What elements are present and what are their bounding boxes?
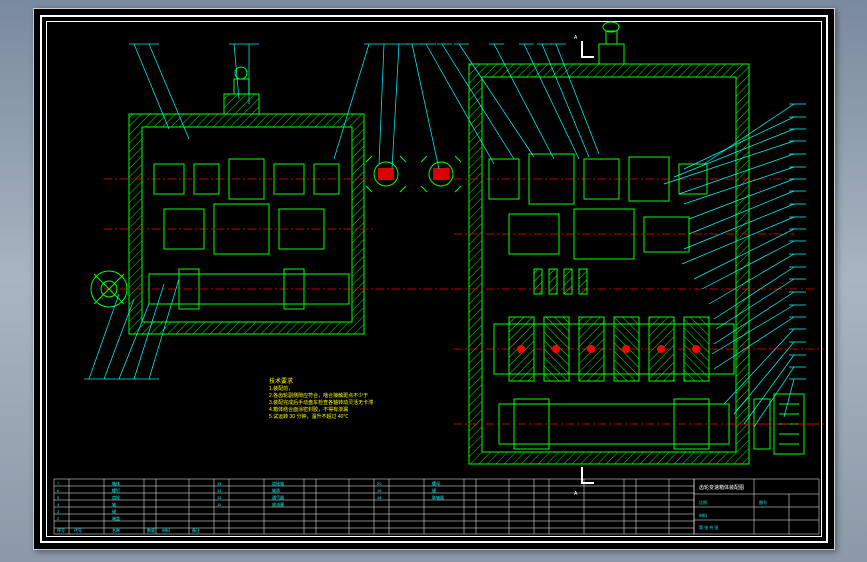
- notes-line: 4.箱体结合面涂密封胶，不得有渗漏: [269, 407, 459, 414]
- notes-line: 5.试运转 30 分钟，温升不超过 40℃: [269, 414, 459, 421]
- svg-text:12: 12: [217, 495, 222, 500]
- svg-text:A: A: [574, 35, 578, 41]
- technical-notes: 技术要求 1.装配前， 2.各齿轮副侧隙应符合，啮合接触斑点不少于 3.装配完成…: [269, 379, 459, 421]
- svg-text:13: 13: [217, 488, 222, 493]
- svg-text:放油塞: 放油塞: [272, 501, 284, 507]
- svg-text:通气器: 通气器: [272, 494, 284, 500]
- svg-text:数量: 数量: [147, 527, 155, 533]
- svg-text:3: 3: [57, 509, 60, 514]
- svg-text:2: 2: [57, 516, 60, 521]
- svg-text:螺母: 螺母: [432, 480, 440, 486]
- svg-text:键: 键: [112, 508, 116, 514]
- drawing-canvas: A A: [34, 9, 834, 549]
- notes-line: 1.装配前，: [269, 386, 459, 393]
- svg-text:4: 4: [57, 502, 60, 507]
- svg-text:键: 键: [432, 487, 436, 493]
- left-assembly: [91, 67, 461, 334]
- svg-text:序号: 序号: [57, 527, 65, 533]
- svg-text:19: 19: [377, 488, 382, 493]
- svg-text:11: 11: [217, 502, 222, 507]
- svg-text:名称: 名称: [112, 527, 120, 533]
- svg-text:比例: 比例: [699, 499, 707, 505]
- cad-drawing-frame: A A: [33, 8, 835, 550]
- notes-line: 2.各齿轮副侧隙应符合，啮合接触斑点不少于: [269, 393, 459, 400]
- svg-text:轴承: 轴承: [272, 487, 280, 493]
- svg-text:箱体: 箱体: [112, 480, 120, 486]
- notes-line: 3.装配完成后手动盘车检查各轴转动灵活无卡滞: [269, 400, 459, 407]
- svg-text:14: 14: [217, 481, 222, 486]
- svg-text:材料: 材料: [699, 512, 707, 518]
- svg-text:20: 20: [377, 481, 382, 486]
- svg-text:6: 6: [57, 488, 60, 493]
- svg-text:第 张 共 张: 第 张 共 张: [699, 524, 718, 530]
- title-block: 齿轮变速箱体装配图 比例 材料 图号 第 张 共 张: [694, 479, 819, 534]
- svg-text:A: A: [574, 491, 578, 497]
- svg-text:齿轮: 齿轮: [112, 494, 120, 500]
- svg-text:齿轮轴: 齿轮轴: [272, 480, 284, 486]
- svg-text:代号: 代号: [74, 527, 82, 533]
- notes-header: 技术要求: [269, 379, 459, 386]
- svg-text:联轴器: 联轴器: [432, 494, 444, 500]
- right-assembly: [454, 22, 824, 464]
- svg-text:图号: 图号: [759, 499, 767, 505]
- bom-table: 序号 代号 名称 数量 材料 备注 7 箱体 6 螺钉 5 齿轮 4 轴 3 键…: [54, 479, 694, 534]
- svg-text:螺钉: 螺钉: [112, 487, 120, 493]
- svg-text:轴: 轴: [112, 501, 116, 507]
- svg-text:齿轮变速箱体装配图: 齿轮变速箱体装配图: [699, 484, 744, 491]
- svg-text:材料: 材料: [162, 527, 170, 533]
- svg-text:18: 18: [377, 495, 382, 500]
- svg-text:备注: 备注: [192, 527, 200, 533]
- svg-text:7: 7: [57, 481, 60, 486]
- svg-text:端盖: 端盖: [112, 515, 120, 521]
- svg-text:5: 5: [57, 495, 60, 500]
